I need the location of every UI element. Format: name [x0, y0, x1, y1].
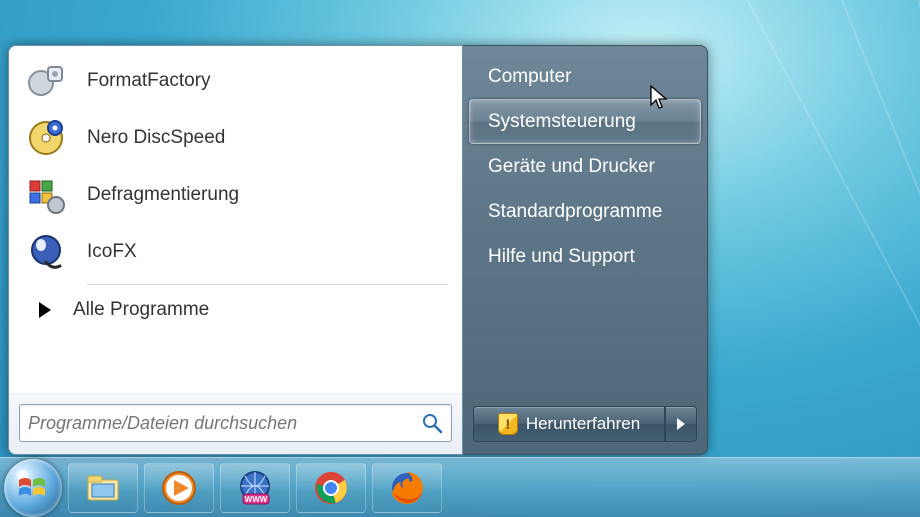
- right-item-label: Geräte und Drucker: [488, 156, 655, 178]
- right-item-label: Standardprogramme: [488, 201, 662, 223]
- formatfactory-icon: [23, 58, 69, 104]
- bg-ray: [760, 0, 920, 517]
- program-label: Nero DiscSpeed: [87, 127, 225, 149]
- all-programs-label: Alle Programme: [73, 299, 209, 321]
- program-item-formatfactory[interactable]: FormatFactory: [17, 52, 458, 109]
- right-item-default-programs[interactable]: Standardprogramme: [469, 189, 701, 234]
- explorer-icon: [83, 468, 123, 508]
- taskbar-icon-chrome[interactable]: [296, 463, 366, 513]
- arrow-right-icon: [39, 302, 51, 318]
- svg-text:WWW: WWW: [245, 495, 268, 504]
- nero-discspeed-icon: [23, 115, 69, 161]
- taskbar-icon-wmp[interactable]: [144, 463, 214, 513]
- media-player-icon: [159, 468, 199, 508]
- start-menu-left-pane: FormatFactory Nero DiscSpeed: [8, 45, 463, 455]
- windows-logo-icon: [15, 470, 51, 506]
- right-item-label: Systemsteuerung: [488, 111, 636, 133]
- shutdown-options-button[interactable]: [665, 406, 697, 442]
- start-menu: FormatFactory Nero DiscSpeed: [8, 45, 708, 455]
- program-list: FormatFactory Nero DiscSpeed: [9, 46, 462, 393]
- program-label: Defragmentierung: [87, 184, 239, 206]
- right-item-control-panel[interactable]: Systemsteuerung: [469, 99, 701, 144]
- taskbar-icon-www[interactable]: WWW: [220, 463, 290, 513]
- bg-ray: [860, 0, 920, 517]
- chrome-icon: [311, 468, 351, 508]
- program-item-icofx[interactable]: IcoFX: [17, 223, 458, 280]
- divider: [87, 284, 448, 285]
- right-item-computer[interactable]: Computer: [469, 54, 701, 99]
- search-area: [9, 393, 462, 454]
- defrag-icon: [23, 172, 69, 218]
- firefox-icon: [387, 468, 427, 508]
- start-button[interactable]: [4, 459, 62, 517]
- program-label: IcoFX: [87, 241, 137, 263]
- right-item-label: Computer: [488, 66, 571, 88]
- search-input[interactable]: [28, 413, 421, 434]
- shutdown-label: Herunterfahren: [526, 414, 640, 434]
- right-item-devices-printers[interactable]: Geräte und Drucker: [469, 144, 701, 189]
- taskbar-icon-firefox[interactable]: [372, 463, 442, 513]
- all-programs[interactable]: Alle Programme: [17, 287, 458, 333]
- www-browser-icon: WWW: [235, 468, 275, 508]
- shutdown-area: ! Herunterfahren: [463, 396, 707, 454]
- right-item-label: Hilfe und Support: [488, 246, 635, 268]
- icofx-icon: [23, 229, 69, 275]
- search-icon: [421, 412, 443, 434]
- shutdown-button[interactable]: ! Herunterfahren: [473, 406, 665, 442]
- right-item-help-support[interactable]: Hilfe und Support: [469, 234, 701, 279]
- spacer: [463, 279, 707, 396]
- search-box[interactable]: [19, 404, 452, 442]
- start-menu-right-pane: Computer Systemsteuerung Geräte und Druc…: [463, 45, 708, 455]
- program-item-defrag[interactable]: Defragmentierung: [17, 166, 458, 223]
- shield-icon: !: [498, 413, 518, 435]
- taskbar: WWW: [0, 457, 920, 517]
- taskbar-icon-explorer[interactable]: [68, 463, 138, 513]
- arrow-right-icon: [677, 418, 685, 430]
- program-item-nero-discspeed[interactable]: Nero DiscSpeed: [17, 109, 458, 166]
- program-label: FormatFactory: [87, 70, 211, 92]
